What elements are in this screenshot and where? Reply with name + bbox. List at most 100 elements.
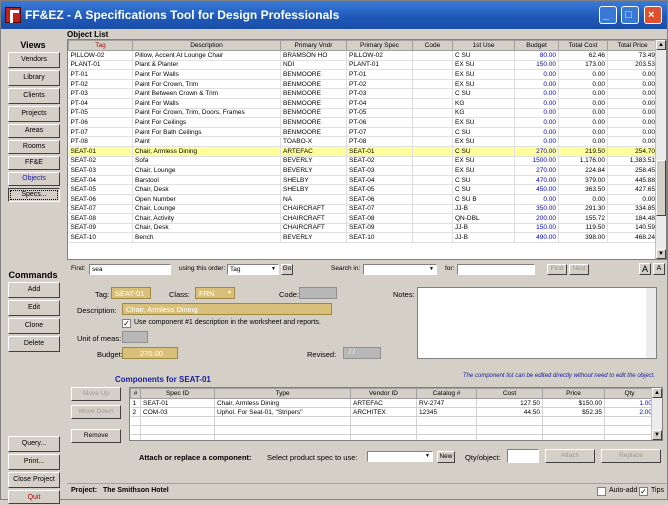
font-smaller-button[interactable]: A — [653, 263, 665, 275]
table-row[interactable]: SEAT-06 Open Number NA SEAT-06 C SU B 0.00 0.0… — [68, 194, 658, 205]
column-header[interactable]: Total Cost — [558, 40, 608, 51]
column-header[interactable]: Total Price — [607, 40, 658, 51]
spec-select[interactable]: ▼ — [367, 451, 433, 462]
revised-field[interactable]: / / — [343, 347, 381, 359]
title-bar[interactable]: FF&EZ - A Specifications Tool for Design… — [1, 1, 667, 29]
table-row[interactable]: SEAT-04 Barstool SHELBY SEAT-04 C SU 470.00 37… — [68, 175, 658, 186]
edit-button[interactable]: Edit — [8, 300, 60, 316]
sidebar-item-library[interactable]: Library — [8, 70, 60, 86]
table-row[interactable]: SEAT-02 Sofa BEVERLY SEAT-02 EX SU 1500.00 1,1… — [68, 156, 658, 167]
object-list-scrollbar[interactable]: ▲ ▼ — [655, 40, 666, 259]
table-row[interactable]: PT-05 Paint For Crown, Trim, Doors, Frame… — [68, 108, 658, 119]
column-header[interactable]: Primary Spec — [346, 40, 413, 51]
new-button[interactable]: New — [437, 451, 455, 463]
sidebar-item-ffe[interactable]: FF&E — [8, 156, 60, 170]
column-header[interactable]: Catalog # — [416, 388, 477, 399]
column-header[interactable]: Qty — [604, 388, 655, 399]
minimize-button[interactable]: _ — [599, 6, 617, 24]
quit-button[interactable]: Quit — [8, 490, 60, 504]
column-header[interactable]: Budget — [514, 40, 559, 51]
table-row[interactable]: PT-08 Paint TOABO-X PT-08 EX SU 0.00 0.00 0.00 — [68, 136, 658, 147]
go-button[interactable]: Go — [281, 264, 293, 275]
next-button[interactable]: Next — [569, 264, 589, 275]
table-row[interactable]: 1 SEAT-01 Chair, Armless Dining ARTEFAC RV-2… — [130, 398, 655, 408]
description-field[interactable]: Chair, Armless Dining — [122, 303, 332, 315]
find-input[interactable]: sea — [89, 264, 171, 275]
auto-add-checkbox[interactable] — [597, 487, 606, 496]
table-row[interactable]: PT-04 Paint For Walls BENMOORE PT-04 KG 0.00 0… — [68, 98, 658, 109]
components-table[interactable]: # Spec ID Type Vendor ID Catalog # Cost Price Q… — [129, 387, 663, 441]
column-header[interactable]: # — [130, 388, 141, 399]
sidebar-item-projects[interactable]: Projects — [8, 106, 60, 122]
table-row[interactable]: PT-06 Paint For Ceilings BENMOORE PT-06 EX S… — [68, 117, 658, 128]
search-in-select[interactable]: ▼ — [363, 264, 437, 275]
sidebar-item-rooms[interactable]: Rooms — [8, 140, 60, 154]
scroll-up-icon[interactable]: ▲ — [652, 388, 662, 398]
close-button[interactable]: × — [644, 6, 662, 24]
column-header[interactable]: Type — [214, 388, 351, 399]
replace-button[interactable]: Replace — [601, 449, 661, 463]
table-row[interactable]: SEAT-10 Bench BEVERLY SEAT-10 JJ-B 490.00 398.… — [68, 232, 658, 243]
table-row[interactable]: SEAT-08 Chair, Activity CHAIRCRAFT SEAT-08 Q… — [68, 213, 658, 224]
order-select[interactable]: Tag ▼ — [227, 264, 279, 275]
column-header[interactable]: Vendor ID — [350, 388, 417, 399]
sidebar-item-objects[interactable]: Objects — [8, 172, 60, 186]
table-row[interactable]: SEAT-09 Chair, Desk CHAIRCRAFT SEAT-09 JJ-B 1… — [68, 223, 658, 234]
column-header[interactable]: 1st Use — [452, 40, 515, 51]
object-list-table[interactable]: Tag Description Primary Vndr Primary Spec Co… — [67, 39, 667, 260]
sidebar-item-areas[interactable]: Areas — [8, 124, 60, 138]
font-larger-button[interactable]: A — [639, 263, 651, 275]
query-button[interactable]: Query... — [8, 436, 60, 452]
table-row[interactable] — [130, 434, 655, 440]
notes-textarea[interactable] — [417, 287, 657, 359]
table-row[interactable]: SEAT-01 Chair, Armless Dining ARTEFAC SEAT-… — [68, 146, 658, 157]
for-input[interactable] — [457, 264, 535, 275]
table-row[interactable]: 2 COM-03 Uphol. For Seat-01, "Stripers" ARC… — [130, 407, 655, 417]
close-project-button[interactable]: Close Project — [8, 472, 60, 488]
use-component-checkbox[interactable]: ✓ — [122, 319, 131, 328]
column-header[interactable]: Code — [412, 40, 453, 51]
column-header[interactable]: Spec ID — [140, 388, 215, 399]
notes-scrollbar[interactable] — [646, 288, 656, 358]
table-row[interactable]: PT-03 Paint Between Crown & Trim BENMOORE P… — [68, 88, 658, 99]
clone-button[interactable]: Clone — [8, 318, 60, 334]
code-field[interactable] — [299, 287, 337, 299]
delete-button[interactable]: Delete — [8, 336, 60, 352]
maximize-button[interactable]: □ — [621, 6, 639, 24]
class-select[interactable]: FRN ▼ — [195, 287, 235, 299]
budget-field[interactable]: 270.00 — [122, 347, 178, 359]
column-header[interactable]: Cost — [476, 388, 543, 399]
move-down-button[interactable]: Move Down — [71, 405, 121, 419]
column-header[interactable]: Price — [542, 388, 605, 399]
table-row[interactable]: SEAT-03 Chair, Lounge BEVERLY SEAT-03 EX SU 2… — [68, 165, 658, 176]
table-row[interactable] — [130, 416, 655, 426]
move-up-button[interactable]: Move Up — [71, 387, 121, 401]
add-button[interactable]: Add — [8, 282, 60, 298]
table-row[interactable]: PT-01 Paint For Walls BENMOORE PT-01 EX SU 0.… — [68, 69, 658, 80]
table-row[interactable]: PT-07 Paint For Bath Ceilings BENMOORE PT-0… — [68, 127, 658, 138]
column-header[interactable]: Tag — [68, 40, 133, 51]
table-row[interactable]: SEAT-05 Chair, Desk SHELBY SEAT-05 C SU 450.0… — [68, 184, 658, 195]
table-row[interactable]: SEAT-07 Chair, Lounge CHAIRCRAFT SEAT-07 JJ-… — [68, 204, 658, 215]
unit-field[interactable] — [122, 331, 148, 343]
table-row[interactable] — [130, 425, 655, 435]
table-row[interactable]: PILLOW-02 Pillow, Accent At Lounge Chair B… — [68, 50, 658, 61]
column-header[interactable]: Primary Vndr — [280, 40, 347, 51]
column-header[interactable]: Description — [132, 40, 281, 51]
sidebar-item-clients[interactable]: Clients — [8, 88, 60, 104]
scroll-thumb[interactable] — [656, 160, 666, 216]
table-row[interactable]: PT-02 Paint For Crown, Trim BENMOORE PT-02 E… — [68, 79, 658, 90]
find-button[interactable]: Find — [547, 264, 567, 275]
tips-checkbox[interactable]: ✓ — [639, 487, 648, 496]
print-button[interactable]: Print... — [8, 454, 60, 470]
qty-object-input[interactable] — [507, 449, 539, 463]
sidebar-item-specs[interactable]: Specs... — [8, 188, 60, 202]
scroll-down-icon[interactable]: ▼ — [652, 430, 662, 440]
table-row[interactable]: PLANT-01 Plant & Planter NDI PLANT-01 EX SU 1… — [68, 60, 658, 71]
sidebar-item-vendors[interactable]: Vendors — [8, 52, 60, 68]
attach-button[interactable]: Attach — [545, 449, 595, 463]
scroll-down-icon[interactable]: ▼ — [656, 249, 666, 259]
tag-field[interactable]: SEAT-01 — [111, 287, 151, 299]
components-scrollbar[interactable]: ▲ ▼ — [651, 388, 662, 440]
remove-button[interactable]: Remove — [71, 429, 121, 443]
